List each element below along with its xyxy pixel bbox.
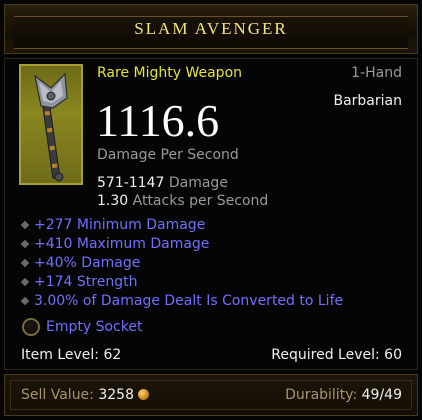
affix-text: +277 Minimum Damage <box>34 217 206 233</box>
affix-item: +174 Strength <box>20 273 343 292</box>
item-level: Item Level: 62 <box>21 347 122 363</box>
diamond-bullet-icon <box>20 220 30 230</box>
affix-text: +174 Strength <box>34 274 138 290</box>
affix-text: +40% Damage <box>34 255 141 271</box>
durability-label: Durability: <box>285 387 358 403</box>
sell-value: Sell Value: 3258 <box>21 387 149 403</box>
socket-icon <box>22 318 40 336</box>
diamond-bullet-icon <box>20 277 30 287</box>
sell-value-amount: 3258 <box>98 387 134 403</box>
diamond-bullet-icon <box>20 239 30 249</box>
attack-speed-line: 1.30 Attacks per Second <box>97 193 268 209</box>
damage-range: 571-1147 <box>97 175 165 191</box>
gold-coin-icon <box>138 389 149 400</box>
item-rarity-type: Rare Mighty Weapon <box>97 65 243 81</box>
item-name: SLAM AVENGER <box>134 19 288 38</box>
affix-item: +410 Maximum Damage <box>20 235 343 254</box>
durability-value: 49/49 <box>361 387 402 403</box>
affix-text: +410 Maximum Damage <box>34 236 210 252</box>
item-hand-type: 1-Hand <box>351 65 402 81</box>
affix-item: +277 Minimum Damage <box>20 216 343 235</box>
attacks-per-second-label: Attacks per Second <box>132 193 269 209</box>
affix-list: +277 Minimum Damage +410 Maximum Damage … <box>20 216 344 311</box>
item-class: Barbarian <box>333 93 402 109</box>
axe-icon <box>34 72 68 182</box>
affix-item: +40% Damage <box>20 254 343 273</box>
durability: Durability: 49/49 <box>285 387 402 403</box>
damage-line: 571-1147 Damage <box>97 175 228 191</box>
diamond-bullet-icon <box>20 296 30 306</box>
affix-item: 3.00% of Damage Dealt Is Converted to Li… <box>20 292 344 311</box>
dps-label: Damage Per Second <box>97 147 239 163</box>
item-tooltip: SLAM AVENGER Rare Mighty Weapon 1-Hand B… <box>0 0 422 420</box>
affix-text: 3.00% of Damage Dealt Is Converted to Li… <box>34 293 344 309</box>
diamond-bullet-icon <box>20 258 30 268</box>
required-level: Required Level: 60 <box>271 347 402 363</box>
socket-label: Empty Socket <box>46 319 143 335</box>
item-icon-frame <box>19 64 83 185</box>
damage-label: Damage <box>168 175 228 191</box>
sell-value-label: Sell Value: <box>21 387 94 403</box>
dps-value: 1116.6 <box>96 95 220 146</box>
attacks-per-second-value: 1.30 <box>97 193 129 209</box>
